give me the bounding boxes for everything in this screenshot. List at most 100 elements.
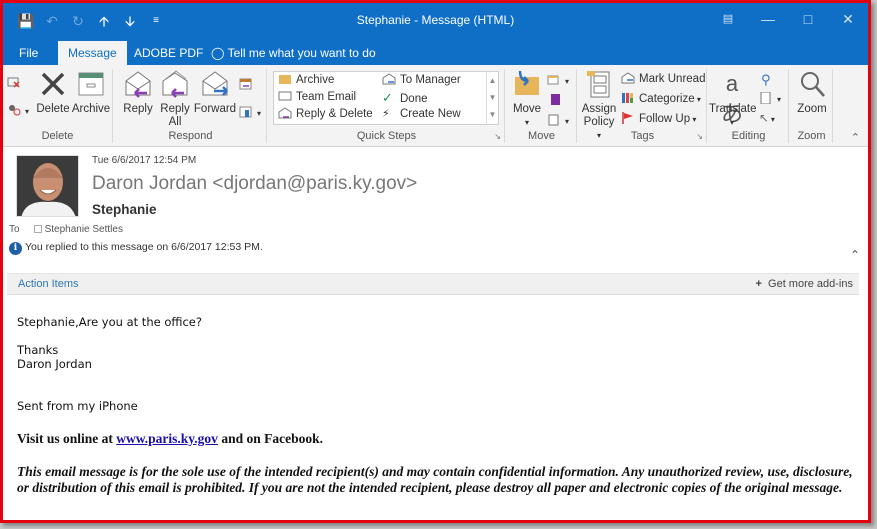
forward-button[interactable]: Forward bbox=[193, 69, 237, 116]
zoom-label: Zoom bbox=[797, 103, 827, 115]
quick-step-done[interactable]: ✓ Done bbox=[382, 89, 428, 106]
translate-button[interactable]: aあ Translate ▾ bbox=[709, 69, 757, 129]
archive-button[interactable]: Archive bbox=[71, 69, 111, 116]
reply-label: Reply bbox=[123, 103, 153, 115]
collapse-ribbon-icon[interactable]: ⌃ bbox=[851, 131, 860, 144]
ribbon: ▾ Delete Archive Delete Reply Reply All bbox=[3, 65, 868, 147]
get-more-addins-button[interactable]: + Get more add-ins bbox=[755, 278, 853, 290]
mark-unread-button[interactable]: Mark Unread bbox=[621, 71, 705, 88]
follow-up-button[interactable]: Follow Up ▾ bbox=[621, 111, 696, 128]
tags-dialog-launcher-icon[interactable]: ↘ bbox=[696, 132, 703, 141]
add-ins-bar: Action Items + Get more add-ins bbox=[7, 273, 859, 295]
to-label: To bbox=[9, 224, 20, 235]
scroll-down-icon[interactable]: ▼ bbox=[487, 89, 498, 106]
minimize-icon[interactable]: — bbox=[748, 7, 788, 31]
reply-button[interactable]: Reply bbox=[119, 69, 157, 116]
zoom-button[interactable]: Zoom bbox=[793, 69, 831, 116]
ribbon-display-options-icon[interactable]: ▤ bbox=[708, 7, 748, 31]
more-respond-button[interactable]: ▾ bbox=[239, 105, 261, 122]
block-sender-button[interactable]: ▾ bbox=[7, 103, 29, 120]
close-icon[interactable]: ✕ bbox=[828, 7, 868, 31]
maximize-icon[interactable]: □ bbox=[788, 7, 828, 31]
move-button[interactable]: Move ▾ bbox=[509, 69, 545, 129]
tell-me-label: Tell me what you want to do bbox=[227, 46, 376, 60]
quick-step-create-new[interactable]: ⚡ Create New bbox=[382, 106, 461, 123]
message-subject: Stephanie bbox=[92, 202, 157, 217]
recipient-name[interactable]: Stephanie Settles bbox=[45, 224, 123, 235]
quick-step-team-email[interactable]: Team Email bbox=[278, 89, 356, 106]
info-bar[interactable]: i You replied to this message on 6/6/2017… bbox=[9, 241, 263, 255]
person-photo-icon bbox=[17, 156, 78, 216]
message-body: Stephanie,Are you at the office? Thanks … bbox=[17, 315, 862, 413]
assign-label-2: Policy bbox=[583, 116, 615, 128]
sent-date: Tue 6/6/2017 12:54 PM bbox=[92, 155, 197, 166]
onenote-button[interactable] bbox=[547, 93, 565, 110]
reply-all-button[interactable]: Reply All bbox=[157, 69, 193, 129]
signature-visit-line: Visit us online at www.paris.ky.gov and … bbox=[17, 431, 323, 446]
actions-button[interactable]: ▾ bbox=[547, 113, 569, 130]
tab-file[interactable]: File bbox=[11, 41, 46, 65]
move-folder-icon bbox=[515, 70, 539, 95]
onenote-icon bbox=[551, 94, 560, 105]
respond-group-label: Respond bbox=[168, 130, 213, 142]
rules-icon bbox=[547, 75, 559, 85]
tell-me-search[interactable]: ◯ Tell me what you want to do bbox=[203, 41, 384, 65]
delete-button[interactable]: Delete bbox=[35, 69, 71, 116]
respond-group: Reply Reply All Forward ▾ Respond bbox=[115, 69, 267, 143]
reply-all-label-2: All bbox=[168, 116, 182, 128]
body-line: Thanks bbox=[17, 343, 59, 357]
outlook-message-window: 💾 ↶ ↻ 🡩 🡫 ≡ Stephanie - Message (HTML) ▤… bbox=[0, 0, 871, 523]
expand-gallery-icon[interactable]: ▼ bbox=[487, 106, 498, 123]
actions-icon bbox=[548, 114, 559, 126]
body-line: Daron Jordan bbox=[17, 357, 92, 371]
quick-step-archive[interactable]: Archive bbox=[278, 72, 334, 89]
quick-step-reply-delete[interactable]: Reply & Delete bbox=[278, 106, 373, 123]
quick-steps-scroll: ▲ ▼ ▼ bbox=[486, 72, 498, 124]
reply-delete-icon bbox=[278, 107, 292, 119]
meeting-reply-button[interactable] bbox=[239, 77, 257, 94]
tags-group: Assign Policy ▾ Mark Unread Categorize ▾… bbox=[579, 69, 707, 143]
ignore-button[interactable] bbox=[7, 75, 25, 92]
collapse-header-icon[interactable]: ⌃ bbox=[850, 248, 860, 262]
move-label: Move bbox=[512, 103, 542, 115]
archive-box-icon bbox=[78, 72, 104, 96]
replied-notice: You replied to this message on 6/6/2017 … bbox=[25, 241, 263, 253]
translate-icon: aあ bbox=[720, 71, 743, 126]
related-doc-icon bbox=[760, 92, 771, 104]
tab-message[interactable]: Message bbox=[58, 41, 127, 65]
window-controls: ▤ — □ ✕ bbox=[708, 7, 868, 31]
forward-envelope-icon bbox=[202, 71, 228, 96]
sender-photo bbox=[16, 155, 79, 217]
find-button[interactable]: ⚲ bbox=[761, 71, 771, 88]
presence-icon bbox=[33, 225, 42, 233]
action-items-link[interactable]: Action Items bbox=[18, 278, 79, 290]
delete-x-icon bbox=[41, 72, 65, 96]
move-group-label: Move bbox=[528, 130, 555, 142]
message-header: Tue 6/6/2017 12:54 PM Daron Jordan <djor… bbox=[3, 148, 868, 272]
assign-policy-icon bbox=[587, 71, 610, 98]
quick-steps-group-label: Quick Steps bbox=[356, 130, 417, 142]
rules-button[interactable]: ▾ bbox=[547, 73, 569, 90]
scroll-up-icon[interactable]: ▲ bbox=[487, 72, 498, 89]
categorize-button[interactable]: Categorize ▾ bbox=[621, 91, 701, 108]
im-reply-icon bbox=[239, 106, 252, 118]
delete-label: Delete bbox=[36, 103, 70, 115]
forward-label: Forward bbox=[193, 103, 237, 115]
sender-name[interactable]: Daron Jordan <djordan@paris.ky.gov> bbox=[92, 173, 417, 195]
select-button[interactable]: ↖ ▾ bbox=[759, 111, 775, 128]
dialog-launcher-icon[interactable]: ↘ bbox=[494, 132, 501, 141]
reply-all-envelope-icon bbox=[162, 70, 188, 98]
archive-label: Archive bbox=[71, 103, 111, 115]
zoom-group-label: Zoom bbox=[797, 130, 826, 142]
meeting-reply-icon bbox=[239, 78, 252, 90]
website-link[interactable]: www.paris.ky.gov bbox=[116, 431, 218, 446]
block-sender-icon bbox=[9, 105, 21, 116]
disclaimer: This email message is for the sole use o… bbox=[17, 464, 853, 495]
body-line: Sent from my iPhone bbox=[17, 399, 138, 413]
tab-adobe-pdf[interactable]: ADOBE PDF bbox=[126, 41, 211, 65]
move-group: Move ▾ ▾ ▾ Move bbox=[507, 69, 577, 143]
delete-group-label: Delete bbox=[41, 130, 74, 142]
magnifier-icon bbox=[801, 72, 825, 97]
quick-step-to-manager[interactable]: To Manager bbox=[382, 72, 461, 89]
related-button[interactable]: ▾ bbox=[759, 91, 781, 108]
